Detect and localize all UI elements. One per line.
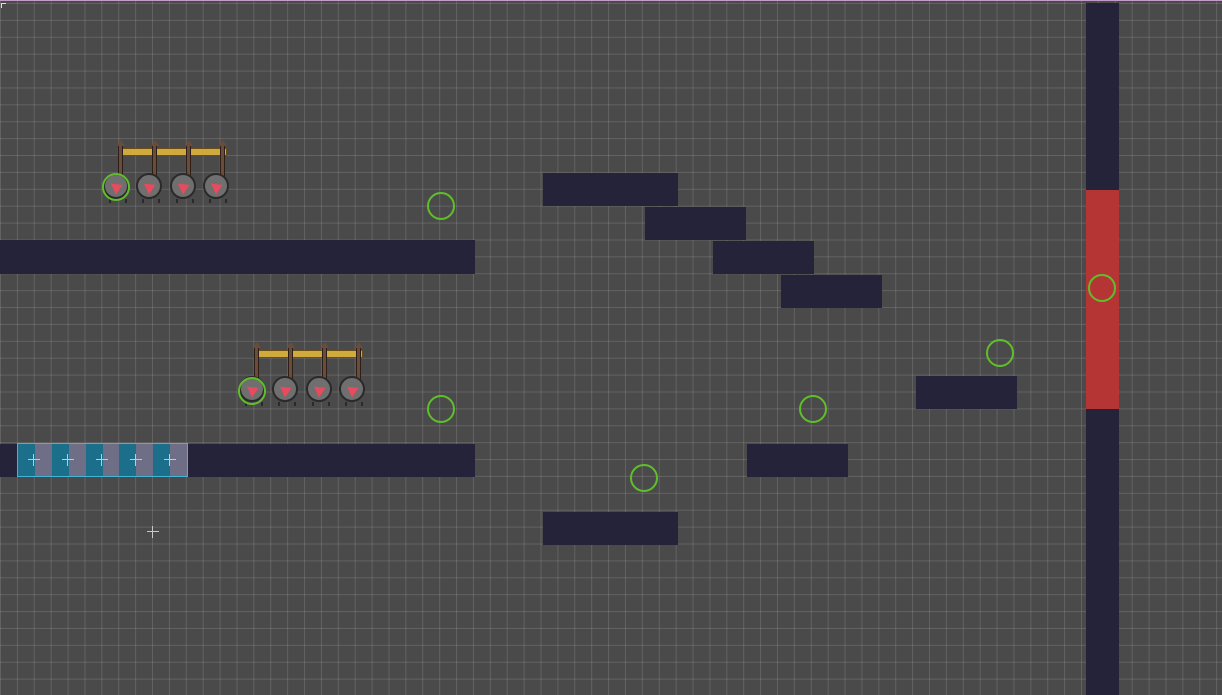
crosshair-icon[interactable]: [164, 454, 176, 466]
enemy-rail: [117, 148, 227, 156]
origin-marker: [1, 3, 6, 8]
round-creature-icon[interactable]: [306, 376, 332, 406]
tile-stair-step-1[interactable]: [543, 173, 678, 206]
round-creature-icon[interactable]: [272, 376, 298, 406]
spawn-circle-icon[interactable]: [1088, 274, 1116, 302]
crosshair-icon[interactable]: [147, 526, 159, 538]
spawn-circle-icon[interactable]: [427, 395, 455, 423]
spawn-circle-icon[interactable]: [986, 339, 1014, 367]
spawn-circle-icon[interactable]: [427, 192, 455, 220]
tile-stair-step-4[interactable]: [781, 275, 882, 308]
level-editor-viewport[interactable]: [0, 0, 1222, 695]
spawn-circle-icon[interactable]: [630, 464, 658, 492]
tile-platform-mid-bottom[interactable]: [543, 512, 678, 545]
tile-wall-right-top[interactable]: [1086, 3, 1119, 190]
tile-ledge-upper-left[interactable]: [0, 240, 475, 274]
tile-stair-step-2[interactable]: [645, 207, 746, 240]
crosshair-icon[interactable]: [96, 454, 108, 466]
round-creature-icon[interactable]: [339, 376, 365, 406]
crosshair-icon[interactable]: [62, 454, 74, 466]
spawn-circle-icon[interactable]: [799, 395, 827, 423]
crosshair-icon[interactable]: [130, 454, 142, 466]
tile-wall-right-bottom[interactable]: [1086, 409, 1119, 695]
crosshair-icon[interactable]: [28, 454, 40, 466]
round-creature-icon[interactable]: [170, 173, 196, 203]
enemy-rail: [253, 350, 363, 358]
spawn-circle-icon[interactable]: [102, 173, 130, 201]
round-creature-icon[interactable]: [136, 173, 162, 203]
round-creature-icon[interactable]: [203, 173, 229, 203]
tile-platform-right-low[interactable]: [747, 444, 848, 477]
tile-stair-step-3[interactable]: [713, 241, 814, 274]
tile-platform-right-mid[interactable]: [916, 376, 1017, 409]
spawn-circle-icon[interactable]: [238, 377, 266, 405]
